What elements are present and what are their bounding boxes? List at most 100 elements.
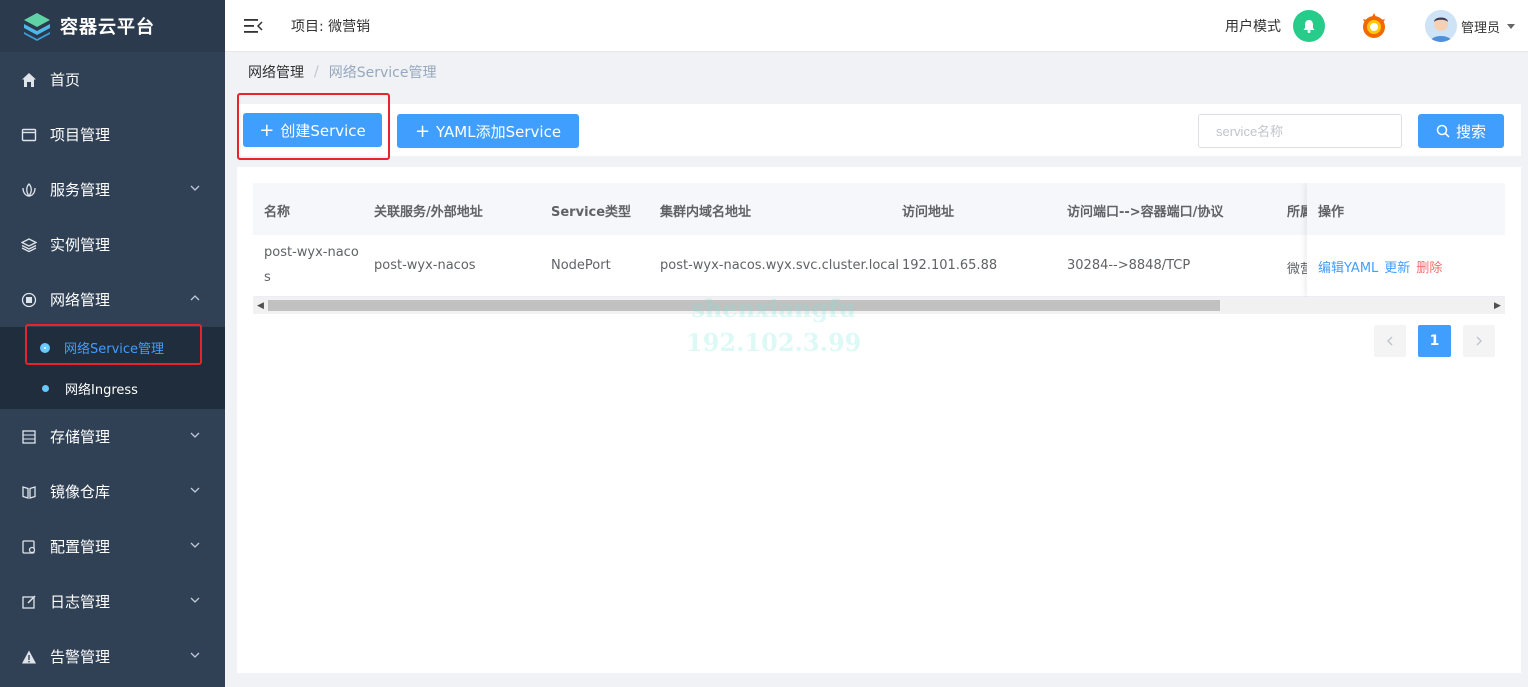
pagination: 1 — [1374, 325, 1495, 357]
project-label: 项目: 微营销 — [291, 18, 371, 35]
admin-name[interactable]: 管理员 — [1461, 17, 1500, 36]
sidebar-item-label: 首页 — [50, 71, 81, 89]
service-name-search-input[interactable] — [1198, 114, 1402, 148]
sidebar-item-logs[interactable]: 日志管理 — [0, 574, 225, 629]
bell-icon — [1303, 20, 1315, 33]
sidebar-item-projects[interactable]: 项目管理 — [0, 107, 225, 162]
cell-type: NodePort — [551, 258, 611, 273]
sidebar-item-home[interactable]: 首页 — [0, 52, 225, 107]
service-table-panel: 名称 关联服务/外部地址 Service类型 集群内域名地址 访问地址 访问端口… — [237, 167, 1521, 673]
sidebar-item-services[interactable]: 服务管理 — [0, 162, 225, 217]
user-avatar-icon — [1424, 10, 1457, 42]
config-icon — [20, 538, 38, 556]
sidebar-subitem-ingress[interactable]: 网络Ingress — [0, 368, 225, 409]
breadcrumb-current: 网络Service管理 — [328, 65, 437, 81]
column-header-address: 访问地址 — [902, 205, 955, 220]
scroll-right-icon[interactable]: ▶ — [1492, 300, 1503, 311]
sidebar-item-label: 项目管理 — [50, 126, 111, 144]
app-title: 容器云平台 — [60, 17, 155, 38]
menu-toggle-icon[interactable] — [243, 17, 263, 35]
log-icon — [20, 593, 38, 611]
logo-icon — [24, 13, 50, 41]
network-icon — [20, 291, 38, 309]
page-number-button[interactable]: 1 — [1418, 325, 1451, 357]
search-button-label: 搜索 — [1455, 122, 1486, 141]
column-header-name: 名称 — [264, 205, 291, 220]
chevron-left-icon — [1387, 336, 1393, 346]
chevron-down-icon — [190, 487, 200, 493]
sidebar-item-label: 告警管理 — [50, 648, 111, 666]
sidebar-item-label: 镜像仓库 — [50, 483, 111, 501]
scrollbar-thumb[interactable] — [268, 300, 1220, 311]
cell-name-line2: s — [264, 270, 271, 285]
prev-page-button[interactable] — [1374, 325, 1406, 357]
plus-icon: + — [414, 120, 431, 142]
cell-service: post-wyx-nacos — [374, 258, 476, 273]
sidebar-item-config[interactable]: 配置管理 — [0, 519, 225, 574]
navbar-right: 用户模式 管理员 — [1225, 0, 1528, 52]
chevron-down-icon — [190, 652, 200, 658]
breadcrumb: 网络管理 / 网络Service管理 — [248, 62, 436, 82]
sidebar-item-instances[interactable]: 实例管理 — [0, 217, 225, 272]
service-table: 名称 关联服务/外部地址 Service类型 集群内域名地址 访问地址 访问端口… — [253, 183, 1505, 314]
horizontal-scrollbar[interactable]: ◀ ▶ — [253, 297, 1505, 314]
edit-yaml-link[interactable]: 编辑YAML — [1318, 257, 1378, 296]
sidebar-item-label: 日志管理 — [50, 593, 111, 611]
chevron-down-icon — [190, 432, 200, 438]
highlight-box-create — [237, 93, 390, 160]
cell-name-line1: post-wyx-naco — [264, 245, 359, 260]
breadcrumb-network[interactable]: 网络管理 — [248, 62, 304, 82]
sidebar-item-storage[interactable]: 存储管理 — [0, 409, 225, 464]
cell-address: 192.101.65.88 — [902, 258, 998, 273]
sidebar-item-label: 存储管理 — [50, 428, 111, 446]
image-repo-icon — [20, 483, 38, 501]
search-icon — [1436, 124, 1450, 138]
chevron-down-icon — [190, 542, 200, 548]
column-header-type: Service类型 — [551, 205, 632, 220]
toolbar-panel: + 创建Service + YAML添加Service 搜索 — [237, 104, 1521, 156]
chevron-right-icon — [1476, 336, 1482, 346]
chevron-up-icon — [190, 295, 200, 301]
actions-fixed-column: 操作 编辑YAML 更新 删除 — [1307, 183, 1505, 297]
home-icon — [20, 71, 38, 89]
scroll-left-icon[interactable]: ◀ — [255, 300, 266, 311]
layers-icon — [20, 236, 38, 254]
app-logo[interactable]: 容器云平台 — [0, 0, 225, 52]
alert-icon — [20, 648, 38, 666]
cell-cluster-dns: post-wyx-nacos.wyx.svc.cluster.local — [660, 258, 900, 273]
storage-icon — [20, 428, 38, 446]
sidebar-subitem-label: 网络Ingress — [65, 383, 138, 398]
user-mode-label[interactable]: 用户模式 — [1225, 16, 1281, 36]
avatar[interactable] — [1424, 10, 1457, 42]
breadcrumb-separator: / — [314, 64, 319, 80]
top-navbar: 项目: 微营销 用户模式 管理员 — [225, 0, 1528, 52]
chevron-down-icon — [190, 185, 200, 191]
service-icon — [20, 181, 38, 199]
update-link[interactable]: 更新 — [1384, 257, 1410, 296]
column-header-service: 关联服务/外部地址 — [374, 205, 483, 220]
notification-bell-button[interactable] — [1292, 10, 1325, 42]
search-button[interactable]: 搜索 — [1418, 114, 1504, 148]
project-icon — [20, 126, 38, 144]
delete-link[interactable]: 删除 — [1416, 257, 1442, 296]
sidebar-item-image-repo[interactable]: 镜像仓库 — [0, 464, 225, 519]
grafana-icon[interactable] — [1359, 11, 1389, 41]
dot-icon — [42, 385, 49, 392]
highlight-box-submenu — [25, 324, 202, 365]
yaml-add-service-label: YAML添加Service — [436, 122, 562, 141]
chevron-down-icon — [190, 597, 200, 603]
sidebar-item-label: 网络管理 — [50, 291, 111, 309]
row-actions: 编辑YAML 更新 删除 — [1307, 235, 1505, 297]
column-header-ports: 访问端口-->容器端口/协议 — [1067, 205, 1224, 220]
column-header-cluster-dns: 集群内域名地址 — [660, 205, 752, 220]
column-header-actions: 操作 — [1307, 183, 1505, 235]
next-page-button[interactable] — [1463, 325, 1495, 357]
sidebar-item-label: 服务管理 — [50, 181, 111, 199]
sidebar-item-label: 配置管理 — [50, 538, 111, 556]
sidebar-item-network[interactable]: 网络管理 — [0, 272, 225, 327]
caret-down-icon[interactable] — [1506, 21, 1516, 31]
sidebar-item-label: 实例管理 — [50, 236, 111, 254]
yaml-add-service-button[interactable]: + YAML添加Service — [397, 114, 579, 148]
sidebar-item-alerts[interactable]: 告警管理 — [0, 629, 225, 684]
cell-ports: 30284-->8848/TCP — [1067, 258, 1191, 273]
